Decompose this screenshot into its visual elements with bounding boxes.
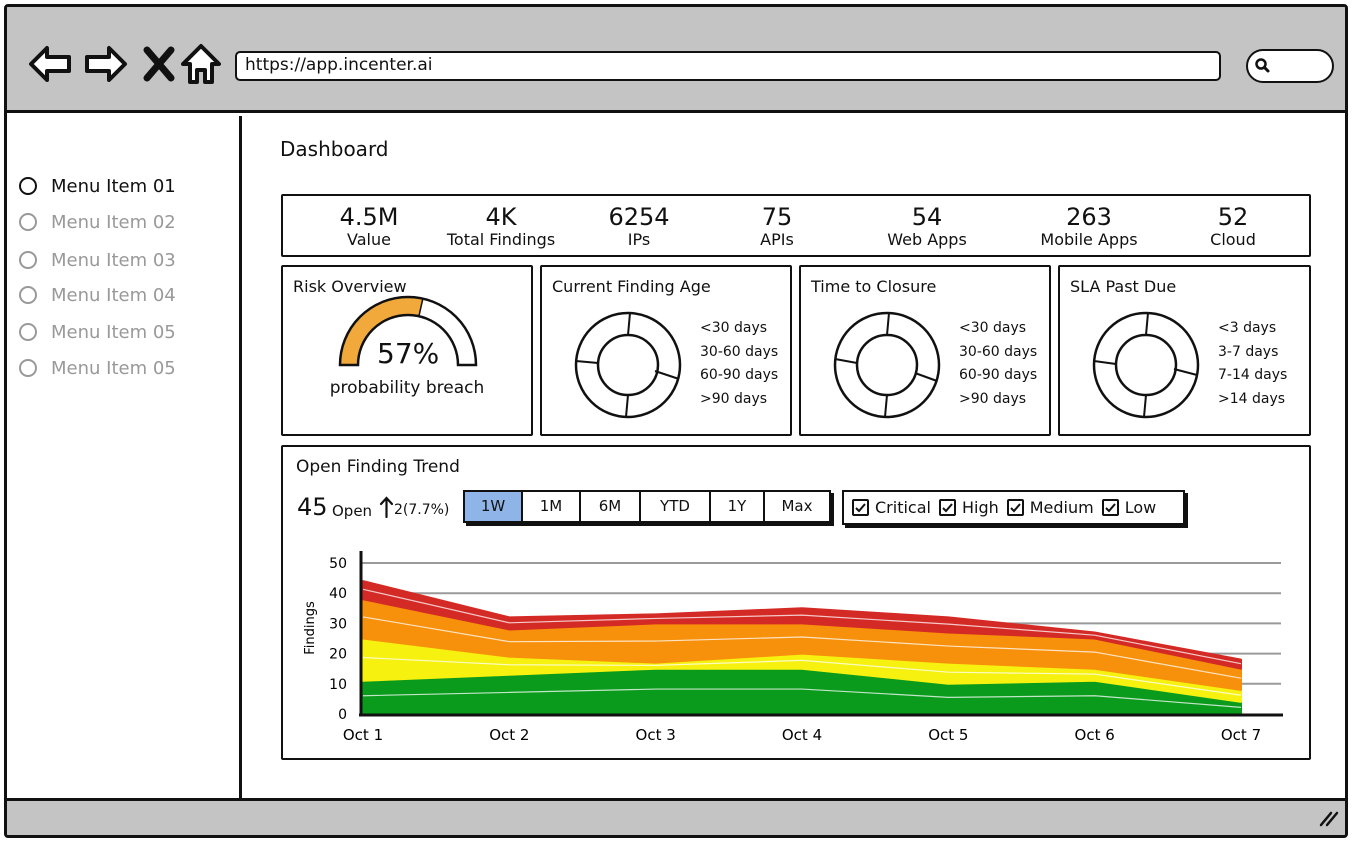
sla-past-due-donut (1092, 311, 1200, 419)
y-tick-label: 40 (329, 586, 347, 602)
check-icon (855, 503, 866, 513)
open-label: Open (332, 502, 373, 520)
sla-past-due-card: SLA Past Due <3 days 3-7 days 7-14 days >14… (1058, 265, 1311, 436)
x-tick-label: Oct 7 (1221, 726, 1261, 744)
sidebar: Menu Item 01 Menu Item 02 Menu Item 03 M… (7, 116, 242, 802)
back-icon[interactable] (27, 40, 75, 88)
search-icon (1255, 58, 1270, 73)
time-to-closure-legend: <30 days 30-60 days 60-90 days >90 days (959, 320, 1038, 407)
card-title: Current Finding Age (552, 277, 711, 296)
filter-high-checkbox[interactable]: High (938, 498, 999, 517)
open-delta: 2(7.7%) (380, 496, 449, 518)
stats-bar: 4.5M Value 4K Total Findings 6254 IPs 75 API… (281, 194, 1311, 257)
status-bar (7, 798, 1345, 835)
x-tick-label: Oct 3 (636, 726, 676, 744)
finding-age-card: Current Finding Age <30 days 30-60 days 60… (540, 265, 792, 436)
page-title: Dashboard (280, 137, 389, 161)
x-tick-label: Oct 5 (928, 726, 968, 744)
range-selector: 1W 1M 6M YTD 1Y Max (463, 490, 831, 523)
stat-web-apps: 54 Web Apps (887, 203, 967, 249)
open-count: 45 (297, 493, 328, 521)
url-input[interactable]: https://app.incenter.ai (235, 51, 1221, 81)
range-1y-button[interactable]: 1Y (711, 492, 765, 521)
filter-medium-checkbox[interactable]: Medium (1006, 498, 1094, 517)
y-axis-label: Findings (303, 601, 318, 655)
y-tick-label: 0 (338, 707, 347, 723)
stat-value: 4.5M Value (339, 203, 399, 249)
stat-cloud: 52 Cloud (1210, 203, 1256, 249)
sidebar-item-02[interactable]: Menu Item 02 (19, 208, 176, 236)
sla-past-due-legend: <3 days 3-7 days 7-14 days >14 days (1218, 320, 1288, 407)
y-tick-label: 30 (329, 616, 347, 632)
sidebar-item-05[interactable]: Menu Item 05 (19, 318, 176, 346)
range-ytd-button[interactable]: YTD (641, 492, 711, 521)
stat-apis: 75 APIs (760, 203, 794, 249)
range-1w-button[interactable]: 1W (465, 492, 523, 521)
radio-icon (19, 323, 37, 341)
range-1m-button[interactable]: 1M (523, 492, 581, 521)
severity-filters: Critical High Medium Low (842, 490, 1185, 525)
browser-window: https://app.incenter.ai Menu Item 01 Men… (4, 4, 1348, 838)
risk-overview-card: Risk Overview 57% probability breach (281, 265, 533, 436)
y-tick-label: 50 (329, 556, 347, 572)
radio-icon (19, 359, 37, 377)
risk-percentage: 57% (377, 337, 440, 370)
resize-grip-icon[interactable] (1317, 807, 1339, 827)
card-title: SLA Past Due (1070, 277, 1177, 296)
close-icon[interactable] (135, 40, 183, 88)
card-title: Time to Closure (811, 277, 937, 296)
card-title: Open Finding Trend (296, 457, 460, 477)
search-box[interactable] (1246, 49, 1334, 83)
browser-toolbar: https://app.incenter.ai (7, 7, 1345, 113)
time-to-closure-donut (833, 311, 941, 419)
sidebar-item-04[interactable]: Menu Item 04 (19, 281, 176, 309)
x-tick-label: Oct 4 (782, 726, 822, 744)
y-tick-label: 20 (329, 647, 347, 663)
stat-ips: 6254 IPs (608, 203, 670, 249)
radio-icon (19, 213, 37, 231)
open-finding-trend-card: 0 10 20 30 40 50 Oct 1 Oct 2 Oct 3 Oct 4 Oct 5 Oct … (281, 445, 1311, 760)
check-icon (1010, 503, 1021, 513)
arrow-up-icon (380, 496, 393, 518)
radio-icon (19, 286, 37, 304)
risk-subtitle: probability breach (329, 378, 485, 398)
home-icon[interactable] (177, 40, 225, 88)
x-tick-label: Oct 2 (489, 726, 529, 744)
sidebar-item-03[interactable]: Menu Item 03 (19, 246, 176, 274)
range-max-button[interactable]: Max (765, 492, 829, 521)
check-icon (942, 503, 953, 513)
time-to-closure-card: Time to Closure <30 days 30-60 days 60-90 … (799, 265, 1051, 436)
finding-age-donut (574, 311, 682, 419)
stat-total-findings: 4K Total Findings (446, 203, 556, 249)
x-tick-label: Oct 1 (343, 726, 383, 744)
sidebar-item-01[interactable]: Menu Item 01 (19, 172, 176, 200)
stat-mobile-apps: 263 Mobile Apps (1040, 203, 1138, 249)
radio-icon (19, 177, 37, 195)
x-tick-label: Oct 6 (1075, 726, 1115, 744)
radio-icon (19, 251, 37, 269)
filter-low-checkbox[interactable]: Low (1101, 498, 1156, 517)
filter-critical-checkbox[interactable]: Critical (852, 498, 931, 517)
sidebar-item-06[interactable]: Menu Item 05 (19, 354, 176, 382)
forward-icon[interactable] (81, 40, 129, 88)
range-6m-button[interactable]: 6M (581, 492, 641, 521)
finding-age-legend: <30 days 30-60 days 60-90 days >90 days (700, 320, 779, 407)
check-icon (1105, 503, 1116, 513)
y-tick-label: 10 (329, 677, 347, 693)
